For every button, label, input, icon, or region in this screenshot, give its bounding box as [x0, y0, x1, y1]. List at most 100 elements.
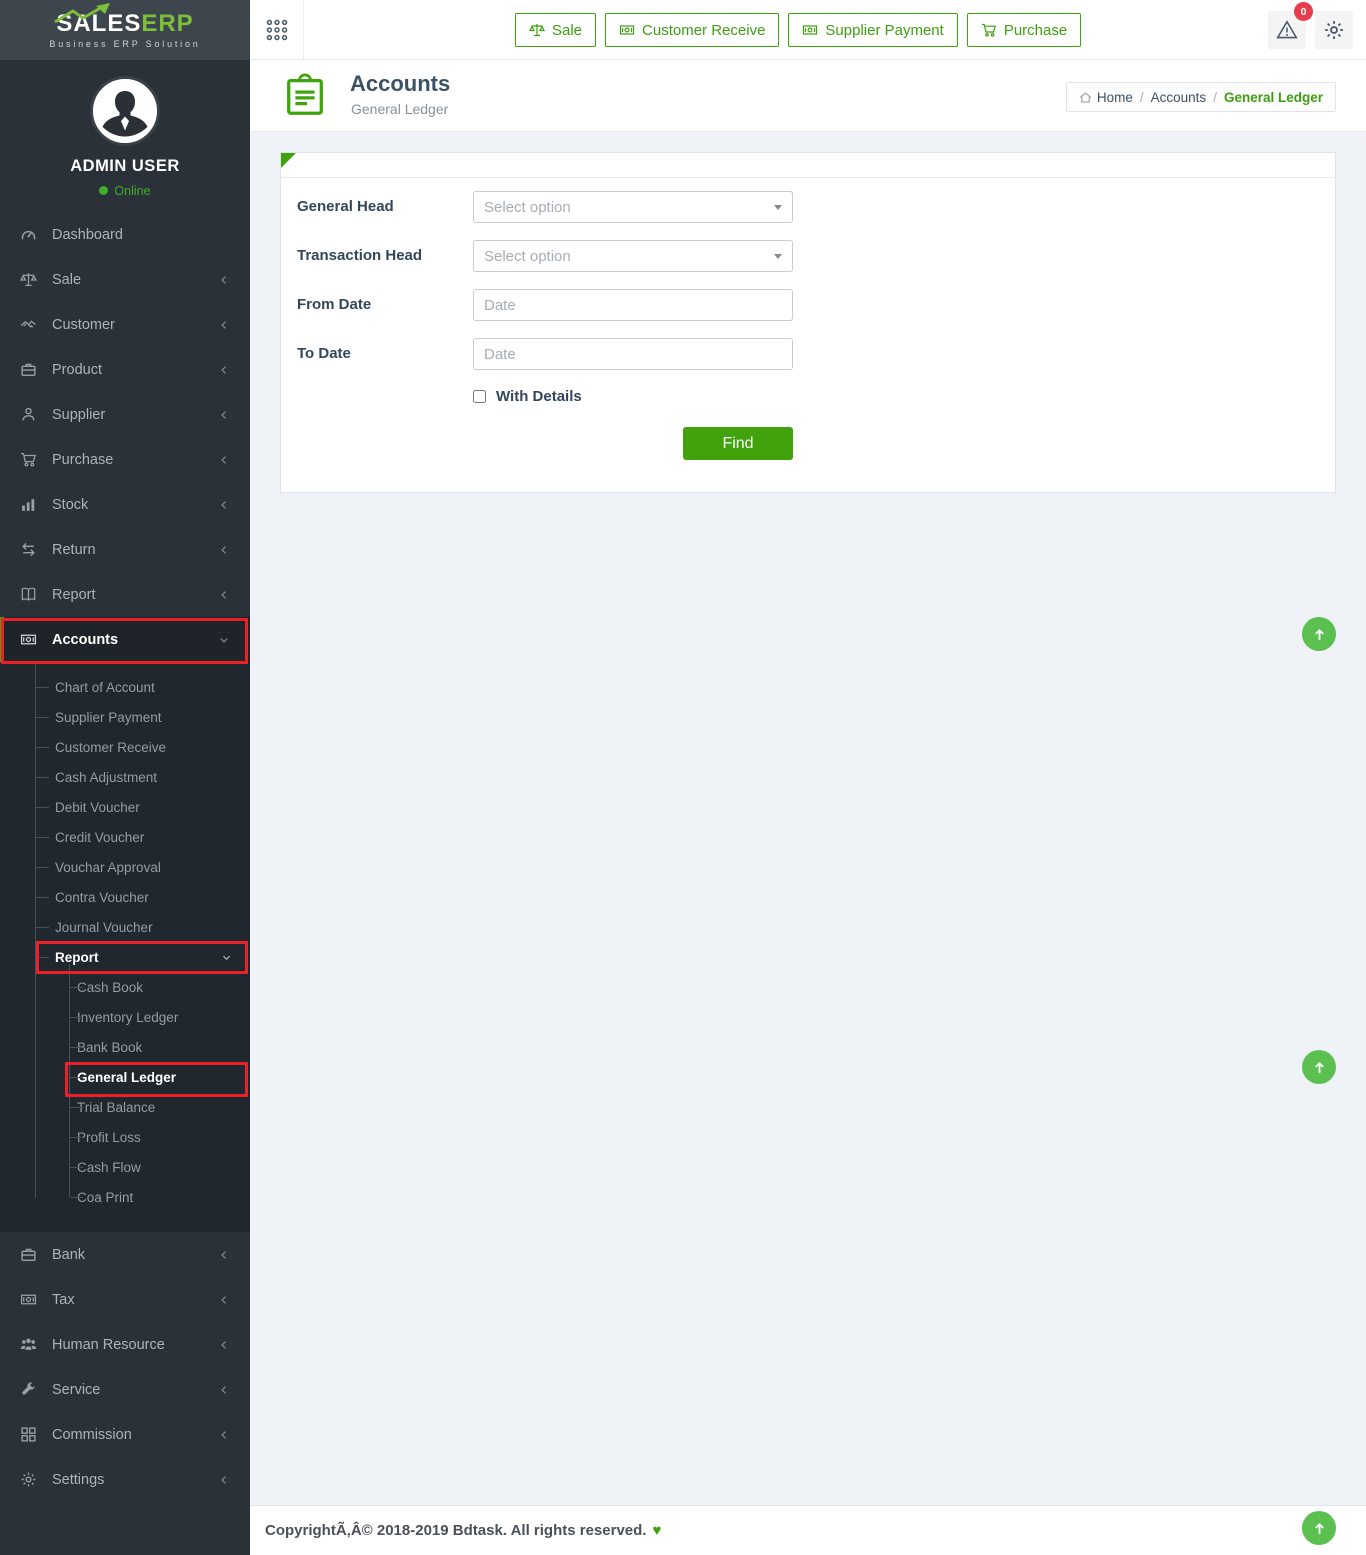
- breadcrumb-home[interactable]: Home: [1079, 90, 1133, 105]
- sidebar-item-human-resource[interactable]: Human Resource: [0, 1322, 250, 1367]
- sidebar-item-dashboard[interactable]: Dashboard: [0, 212, 250, 257]
- copyright-text: CopyrightÃ‚Â© 2018-2019 Bdtask. All righ…: [265, 1522, 646, 1539]
- submenu-item-general-ledger[interactable]: General Ledger: [0, 1062, 250, 1092]
- submenu-item-supplier-payment[interactable]: Supplier Payment: [0, 702, 250, 732]
- alerts-button[interactable]: 0: [1268, 11, 1306, 49]
- person-icon: [20, 406, 37, 423]
- submenu-item-journal-voucher[interactable]: Journal Voucher: [0, 912, 250, 942]
- settings-button[interactable]: [1315, 11, 1353, 49]
- submenu-item-cash-flow[interactable]: Cash Flow: [0, 1152, 250, 1182]
- scroll-to-top-button[interactable]: [1302, 617, 1336, 651]
- sidebar-item-report[interactable]: Report: [0, 572, 250, 617]
- handshake-icon: [20, 316, 37, 333]
- exchange-icon: [20, 541, 37, 558]
- home-icon: [1079, 91, 1092, 104]
- sidebar-item-bank[interactable]: Bank: [0, 1232, 250, 1277]
- user-profile: ADMIN USER Online: [0, 60, 250, 198]
- chevron-left-icon: [218, 1294, 230, 1306]
- grid-icon: [20, 1426, 37, 1443]
- submenu-item-credit-voucher[interactable]: Credit Voucher: [0, 822, 250, 852]
- chevron-left-icon: [218, 1249, 230, 1261]
- dots-grid-icon: [264, 17, 290, 43]
- chevron-left-icon: [218, 1384, 230, 1396]
- sidebar: SALESERP Business ERP Solution ADMIN USE…: [0, 0, 250, 1555]
- supplier-payment-button[interactable]: Supplier Payment: [788, 13, 957, 47]
- submenu-item-bank-book[interactable]: Bank Book: [0, 1032, 250, 1062]
- gear-icon: [1323, 19, 1345, 41]
- with-details-label[interactable]: With Details: [496, 388, 582, 405]
- sidebar-item-return[interactable]: Return: [0, 527, 250, 572]
- caret-down-icon: [774, 254, 782, 259]
- avatar: [90, 76, 160, 146]
- top-right-icons: 0: [1268, 11, 1353, 49]
- breadcrumb-accounts[interactable]: Accounts: [1151, 90, 1207, 105]
- sidebar-item-customer[interactable]: Customer: [0, 302, 250, 347]
- sidebar-nav: Dashboard Sale Customer Product Supplier…: [0, 212, 250, 1502]
- customer-receive-button[interactable]: Customer Receive: [605, 13, 779, 47]
- submenu-item-inventory-ledger[interactable]: Inventory Ledger: [0, 1002, 250, 1032]
- submenu-item-coa-print[interactable]: Coa Print: [0, 1182, 250, 1212]
- accounts-submenu: Chart of Account Supplier Payment Custom…: [0, 662, 250, 1232]
- filter-card: General Head Select option Transaction H…: [280, 152, 1336, 493]
- quick-action-buttons: Sale Customer Receive Supplier Payment P…: [515, 13, 1081, 47]
- sidebar-item-stock[interactable]: Stock: [0, 482, 250, 527]
- submenu-item-chart-of-account[interactable]: Chart of Account: [0, 672, 250, 702]
- footer: CopyrightÃ‚Â© 2018-2019 Bdtask. All righ…: [250, 1505, 1366, 1555]
- transaction-head-label: Transaction Head: [297, 240, 473, 272]
- money-icon: [20, 1291, 37, 1308]
- sidebar-item-tax[interactable]: Tax: [0, 1277, 250, 1322]
- online-dot-icon: [99, 186, 108, 195]
- scroll-to-top-button[interactable]: [1302, 1511, 1336, 1545]
- transaction-head-select[interactable]: Select option: [473, 240, 793, 272]
- submenu-item-trial-balance[interactable]: Trial Balance: [0, 1092, 250, 1122]
- briefcase-icon: [20, 1246, 37, 1263]
- wrench-icon: [20, 1381, 37, 1398]
- sidebar-item-service[interactable]: Service: [0, 1367, 250, 1412]
- submenu-item-debit-voucher[interactable]: Debit Voucher: [0, 792, 250, 822]
- apps-grid-button[interactable]: [250, 0, 304, 59]
- find-button[interactable]: Find: [683, 427, 793, 460]
- main-content: General Head Select option Transaction H…: [250, 132, 1366, 1505]
- submenu-item-cash-adjustment[interactable]: Cash Adjustment: [0, 762, 250, 792]
- scroll-to-top-button[interactable]: [1302, 1050, 1336, 1084]
- sidebar-item-accounts[interactable]: Accounts: [0, 617, 250, 662]
- chevron-left-icon: [218, 544, 230, 556]
- submenu-item-contra-voucher[interactable]: Contra Voucher: [0, 882, 250, 912]
- avatar-person-icon: [93, 79, 157, 143]
- user-status: Online: [0, 183, 250, 198]
- with-details-checkbox[interactable]: [473, 390, 486, 403]
- sidebar-item-settings[interactable]: Settings: [0, 1457, 250, 1502]
- sidebar-item-sale[interactable]: Sale: [0, 257, 250, 302]
- arrow-up-icon: [1311, 1059, 1328, 1076]
- user-name: ADMIN USER: [0, 157, 250, 176]
- chevron-left-icon: [218, 589, 230, 601]
- to-date-label: To Date: [297, 338, 473, 370]
- general-head-select[interactable]: Select option: [473, 191, 793, 223]
- sidebar-item-purchase[interactable]: Purchase: [0, 437, 250, 482]
- warning-triangle-icon: [1276, 19, 1298, 41]
- arrow-up-icon: [1311, 1520, 1328, 1537]
- submenu-item-customer-receive[interactable]: Customer Receive: [0, 732, 250, 762]
- from-date-label: From Date: [297, 289, 473, 321]
- breadcrumb-separator: /: [1140, 90, 1144, 105]
- sidebar-item-product[interactable]: Product: [0, 347, 250, 392]
- submenu-item-report[interactable]: Report: [0, 942, 250, 972]
- gauge-icon: [20, 226, 37, 243]
- sale-button[interactable]: Sale: [515, 13, 596, 47]
- sidebar-item-supplier[interactable]: Supplier: [0, 392, 250, 437]
- gear-icon: [20, 1471, 37, 1488]
- submenu-item-cash-book[interactable]: Cash Book: [0, 972, 250, 1002]
- page-header: Accounts General Ledger Home / Accounts …: [250, 60, 1366, 132]
- heart-icon: ♥: [652, 1522, 661, 1539]
- purchase-button[interactable]: Purchase: [967, 13, 1081, 47]
- sidebar-item-commission[interactable]: Commission: [0, 1412, 250, 1457]
- scale-icon: [20, 271, 37, 288]
- to-date-input[interactable]: [473, 338, 793, 370]
- cart-icon: [20, 451, 37, 468]
- online-label: Online: [114, 184, 150, 198]
- chevron-left-icon: [218, 454, 230, 466]
- chevron-left-icon: [218, 364, 230, 376]
- from-date-input[interactable]: [473, 289, 793, 321]
- submenu-item-vouchar-approval[interactable]: Vouchar Approval: [0, 852, 250, 882]
- submenu-item-profit-loss[interactable]: Profit Loss: [0, 1122, 250, 1152]
